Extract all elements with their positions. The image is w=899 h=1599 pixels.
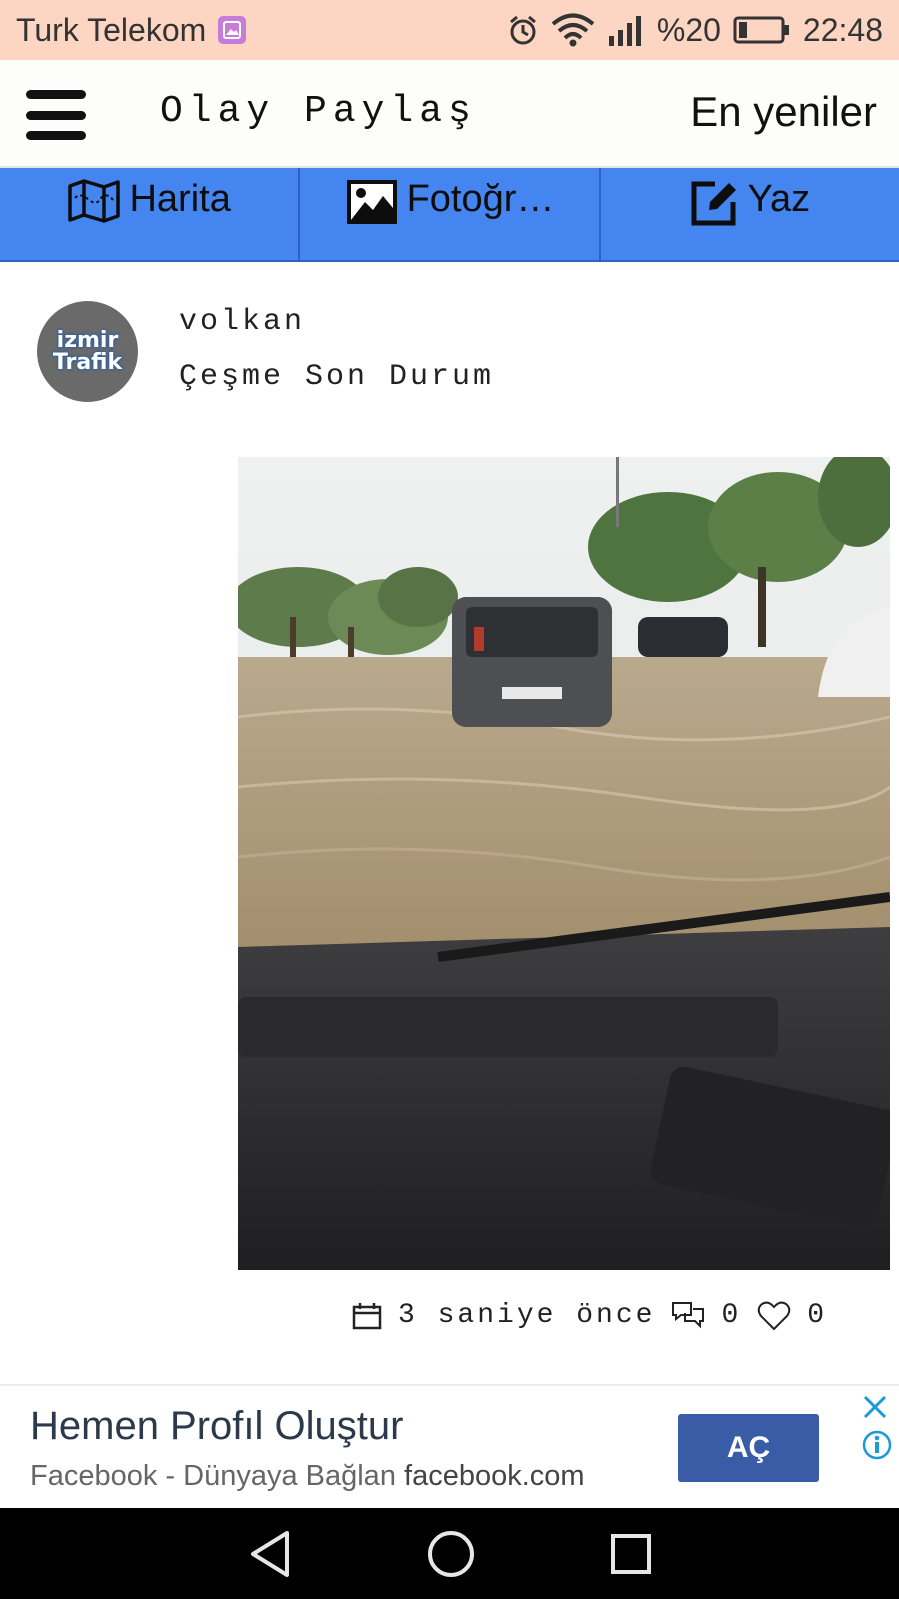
post-username[interactable]: volkan: [179, 305, 305, 339]
status-icons: %20 22:48: [507, 12, 883, 49]
post-meta: 3 saniye önce 0 0: [352, 1300, 827, 1331]
status-bar: Turk Telekom %20 22:48: [0, 0, 899, 60]
ad-subtitle-text: Facebook - Dünyaya Bağlan: [30, 1460, 396, 1492]
wifi-icon: [551, 13, 595, 47]
tab-map-label: Harita: [129, 178, 231, 220]
ad-title: Hemen Profıl Oluştur: [30, 1404, 404, 1448]
ad-domain: facebook.com: [404, 1460, 585, 1492]
tab-write[interactable]: Yaz: [601, 168, 899, 260]
carrier-group: Turk Telekom: [16, 11, 247, 49]
app-header: Olay Paylaş En yeniler: [0, 60, 899, 168]
tab-photo[interactable]: Fotoğr…: [300, 168, 601, 260]
post-photo[interactable]: [238, 457, 890, 1270]
ad-subtitle: Facebook - Dünyaya Bağlan facebook.com: [30, 1460, 585, 1493]
calendar-icon: [352, 1302, 382, 1330]
battery-percent: %20: [656, 11, 721, 48]
carrier-name: Turk Telekom: [16, 11, 207, 48]
tab-photo-label: Fotoğr…: [406, 178, 555, 220]
post-title: Çeşme Son Durum: [179, 360, 495, 394]
system-nav-bar: [0, 1508, 899, 1599]
tab-write-label: Yaz: [747, 178, 811, 220]
avatar[interactable]: izmir Trafik: [37, 301, 138, 402]
hamburger-menu-icon[interactable]: [26, 90, 86, 140]
map-icon: [67, 178, 121, 224]
home-icon[interactable]: [426, 1529, 476, 1579]
comment-icon[interactable]: [671, 1301, 705, 1331]
image-icon: [345, 178, 399, 226]
info-icon[interactable]: [862, 1430, 892, 1460]
tab-map[interactable]: Harita: [0, 168, 301, 260]
sort-dropdown[interactable]: En yeniler: [690, 88, 877, 136]
app-title: Olay Paylaş: [160, 90, 477, 133]
signal-icon: [607, 14, 645, 46]
like-count: 0: [807, 1300, 828, 1331]
battery-icon: [733, 15, 791, 45]
comment-count: 0: [721, 1300, 742, 1331]
action-tabs: Harita Fotoğr… Yaz: [0, 168, 899, 262]
ad-banner[interactable]: Hemen Profıl Oluştur Facebook - Dünyaya …: [0, 1384, 899, 1508]
gallery-icon: [218, 16, 247, 44]
avatar-text-line1: izmir: [56, 327, 119, 353]
heart-icon[interactable]: [757, 1301, 791, 1331]
close-icon[interactable]: [862, 1394, 888, 1420]
back-icon[interactable]: [247, 1529, 293, 1579]
post-time: 3 saniye önce: [398, 1300, 656, 1331]
avatar-text-line2: Trafik: [52, 349, 123, 375]
alarm-icon: [507, 14, 539, 46]
clock: 22:48: [802, 11, 883, 48]
edit-icon: [689, 178, 739, 228]
ad-open-button[interactable]: AÇ: [678, 1414, 819, 1482]
recents-icon[interactable]: [609, 1532, 653, 1576]
